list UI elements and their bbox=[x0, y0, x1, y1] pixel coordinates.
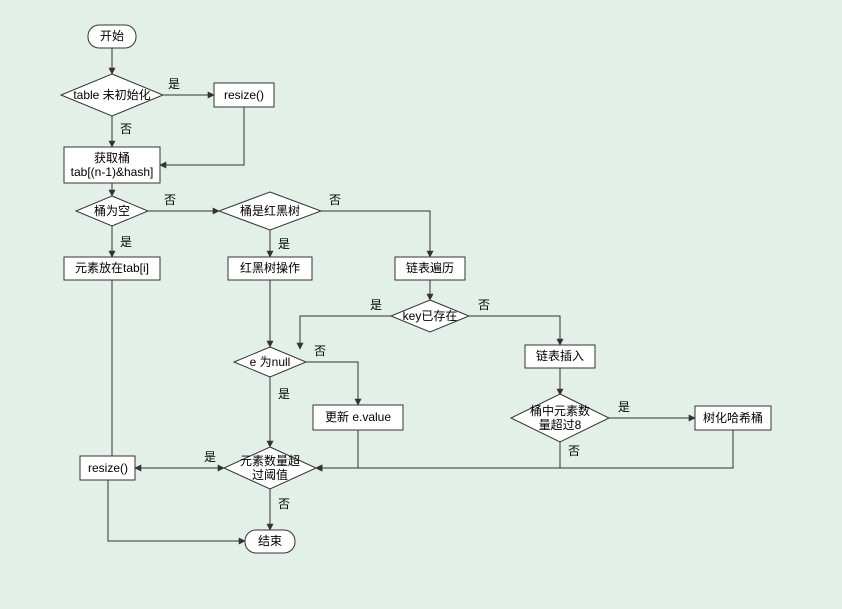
label-keyExists-no: 否 bbox=[478, 298, 490, 312]
label-bucketEmpty-no: 否 bbox=[164, 193, 176, 207]
svg-text:桶为空: 桶为空 bbox=[94, 203, 130, 218]
svg-text:链表插入: 链表插入 bbox=[536, 348, 584, 363]
label-eIsNull-yes: 是 bbox=[278, 387, 290, 401]
svg-text:table 未初始化: table 未初始化 bbox=[73, 88, 150, 102]
svg-text:链表遍历: 链表遍历 bbox=[406, 260, 454, 275]
node-update-value: 更新 e.value bbox=[313, 405, 403, 430]
flowchart-canvas: 是 否 否 是 是 否 是 否 否 是 是 否 是 否 bbox=[0, 0, 842, 609]
node-bucket-over-8: 桶中元素数 量超过8 bbox=[511, 394, 609, 442]
edge-resize2-end bbox=[108, 480, 245, 541]
node-e-is-null: e 为null bbox=[234, 347, 306, 377]
label-keyExists-yes: 是 bbox=[370, 298, 382, 312]
node-start: 开始 bbox=[88, 25, 136, 48]
svg-text:树化哈希桶: 树化哈希桶 bbox=[703, 410, 763, 425]
svg-text:桶中元素数: 桶中元素数 bbox=[530, 403, 590, 418]
node-get-bucket: 获取桶 tab[(n-1)&hash] bbox=[64, 147, 160, 183]
svg-text:resize(): resize() bbox=[88, 461, 128, 475]
node-table-uninitialized: table 未初始化 bbox=[61, 74, 163, 116]
svg-text:桶是红黑树: 桶是红黑树 bbox=[240, 203, 300, 218]
label-isRBTree-no: 否 bbox=[329, 193, 341, 207]
label-overThresh-no: 否 bbox=[278, 497, 290, 511]
label-over8-yes: 是 bbox=[618, 400, 630, 414]
svg-text:红黑树操作: 红黑树操作 bbox=[240, 260, 300, 275]
edge-isRBTree-listTraverse bbox=[321, 211, 430, 257]
node-key-exists: key已存在 bbox=[391, 300, 469, 332]
label-over8-no: 否 bbox=[568, 444, 580, 458]
svg-text:e 为null: e 为null bbox=[250, 355, 291, 369]
edge-putTabI-overThresh bbox=[112, 280, 224, 468]
node-list-insert: 链表插入 bbox=[525, 345, 595, 368]
svg-text:更新 e.value: 更新 e.value bbox=[325, 409, 391, 424]
svg-text:结束: 结束 bbox=[258, 534, 282, 548]
label-bucketEmpty-yes: 是 bbox=[120, 235, 132, 249]
svg-text:tab[(n-1)&hash]: tab[(n-1)&hash] bbox=[71, 165, 154, 179]
edge-eIsNull-updateValue bbox=[306, 362, 358, 405]
node-end: 结束 bbox=[245, 530, 295, 553]
label-overThresh-yes: 是 bbox=[204, 450, 216, 464]
edge-resize1-getBucket bbox=[160, 107, 244, 165]
node-resize-1: resize() bbox=[214, 83, 274, 107]
edge-keyExists-listInsert bbox=[469, 316, 560, 345]
node-treeify: 树化哈希桶 bbox=[695, 406, 771, 430]
edge-treeify-overThresh bbox=[316, 430, 733, 468]
node-resize-2: resize() bbox=[80, 456, 135, 480]
label-eIsNull-no: 否 bbox=[314, 344, 326, 358]
edge-over8-overThresh bbox=[316, 441, 560, 468]
svg-text:key已存在: key已存在 bbox=[403, 309, 458, 323]
svg-text:量超过8: 量超过8 bbox=[539, 417, 582, 432]
svg-text:过阈值: 过阈值 bbox=[252, 467, 288, 482]
node-bucket-empty: 桶为空 bbox=[76, 196, 148, 226]
label-init-yes: 是 bbox=[168, 77, 180, 91]
svg-text:resize(): resize() bbox=[224, 88, 264, 102]
svg-text:元素放在tab[i]: 元素放在tab[i] bbox=[75, 260, 149, 275]
node-is-rb-tree: 桶是红黑树 bbox=[219, 192, 321, 230]
svg-text:元素数量超: 元素数量超 bbox=[240, 453, 300, 468]
node-list-traverse: 链表遍历 bbox=[395, 257, 465, 280]
node-over-threshold: 元素数量超 过阈值 bbox=[224, 447, 316, 489]
edge-updateValue-overThresh bbox=[316, 430, 358, 468]
svg-text:开始: 开始 bbox=[100, 29, 124, 43]
label-isRBTree-yes: 是 bbox=[278, 237, 290, 251]
svg-text:获取桶: 获取桶 bbox=[94, 150, 130, 165]
label-init-no: 否 bbox=[120, 122, 132, 136]
node-rb-tree-op: 红黑树操作 bbox=[228, 257, 312, 280]
node-put-tab-i: 元素放在tab[i] bbox=[64, 257, 160, 280]
